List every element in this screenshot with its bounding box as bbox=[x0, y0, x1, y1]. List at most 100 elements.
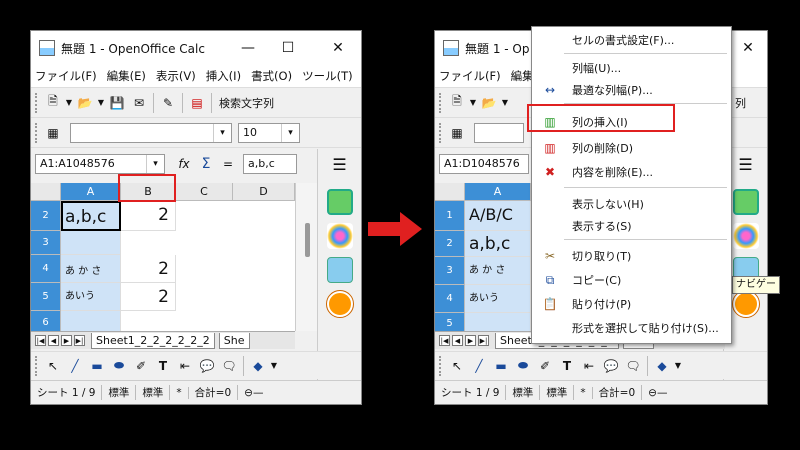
zoom-out-icon[interactable]: ⊖— bbox=[642, 387, 673, 399]
freeform-tool-icon[interactable]: ✐ bbox=[534, 355, 556, 377]
menu-item-delete-column[interactable]: ▥ 列の削除(D) bbox=[532, 137, 731, 159]
dropdown-arrow-icon[interactable]: ▼ bbox=[673, 355, 683, 377]
cell-a2[interactable]: a,b,c bbox=[465, 231, 531, 257]
first-sheet-icon[interactable]: |◀ bbox=[35, 335, 46, 346]
toolbar-grip[interactable] bbox=[35, 355, 38, 376]
menu-item-show[interactable]: 表示する(S) bbox=[532, 215, 731, 237]
row-header[interactable]: 2 bbox=[435, 231, 465, 257]
new-document-icon[interactable]: 🗎 bbox=[446, 92, 468, 114]
styles-gallery-icon[interactable] bbox=[326, 223, 353, 249]
basic-shapes-icon[interactable]: ◆ bbox=[247, 355, 269, 377]
spreadsheet-grid[interactable]: A B C D 2 3 4 5 6 a,b,c 2 あ か さ 2 あいう 2 bbox=[31, 183, 295, 331]
vertical-text-icon[interactable]: ⇤ bbox=[578, 355, 600, 377]
rectangle-tool-icon[interactable]: ▬ bbox=[86, 355, 108, 377]
close-button[interactable]: ✕ bbox=[731, 31, 765, 65]
dropdown-arrow-icon[interactable]: ▼ bbox=[64, 92, 74, 114]
toolbar-grip[interactable] bbox=[439, 92, 442, 113]
cell-a6[interactable] bbox=[61, 311, 121, 331]
cell-b5[interactable]: 2 bbox=[121, 283, 176, 311]
export-pdf-icon[interactable]: ▤ bbox=[186, 92, 208, 114]
column-header-a[interactable]: A bbox=[61, 183, 121, 201]
navigator-icon[interactable] bbox=[731, 290, 760, 318]
font-size-combo[interactable]: 10 ▾ bbox=[238, 122, 300, 143]
row-header[interactable]: 6 bbox=[31, 311, 61, 331]
vertical-text-icon[interactable]: ⇤ bbox=[174, 355, 196, 377]
email-icon[interactable]: ✉ bbox=[128, 92, 150, 114]
menu-tools[interactable]: ツール(T) bbox=[302, 68, 353, 84]
freeform-tool-icon[interactable]: ✐ bbox=[130, 355, 152, 377]
dropdown-arrow-icon[interactable]: ▼ bbox=[468, 92, 478, 114]
toolbar-grip[interactable] bbox=[439, 355, 442, 376]
menu-item-optimal-width[interactable]: ↔ 最適な列幅(P)... bbox=[532, 79, 731, 101]
styles-icon[interactable]: ▦ bbox=[446, 122, 468, 144]
function-wizard-icon[interactable]: fx bbox=[173, 153, 195, 175]
name-box[interactable]: A1:D1048576 bbox=[439, 153, 529, 174]
menu-item-column-width[interactable]: 列幅(U)... bbox=[532, 57, 731, 79]
cell-b4[interactable]: 2 bbox=[121, 255, 176, 283]
font-name-combo[interactable]: ▾ bbox=[70, 122, 232, 143]
scrollbar-thumb[interactable] bbox=[305, 223, 310, 257]
callout-icon[interactable]: 💬 bbox=[196, 355, 218, 377]
row-header[interactable]: 4 bbox=[435, 285, 465, 313]
toolbar-grip[interactable] bbox=[35, 122, 38, 143]
line-tool-icon[interactable]: ╱ bbox=[64, 355, 86, 377]
ellipse-tool-icon[interactable]: ⬬ bbox=[512, 355, 534, 377]
chevron-down-icon[interactable]: ▾ bbox=[146, 154, 164, 173]
callout-round-icon[interactable]: 🗨 bbox=[622, 355, 644, 377]
cell-a4[interactable]: あ か さ bbox=[61, 255, 121, 283]
cell-b2[interactable]: 2 bbox=[121, 201, 176, 231]
row-header[interactable]: 3 bbox=[31, 231, 61, 255]
equals-icon[interactable]: = bbox=[217, 153, 239, 175]
last-sheet-icon[interactable]: ▶| bbox=[74, 335, 85, 346]
menu-item-copy[interactable]: ⧉ コピー(C) bbox=[532, 269, 731, 291]
corner-cell[interactable] bbox=[31, 183, 61, 201]
select-pointer-icon[interactable]: ↖ bbox=[42, 355, 64, 377]
close-button[interactable]: ✕ bbox=[321, 31, 355, 65]
select-pointer-icon[interactable]: ↖ bbox=[446, 355, 468, 377]
open-folder-icon[interactable]: 📂 bbox=[478, 92, 500, 114]
open-folder-icon[interactable]: 📂 bbox=[74, 92, 96, 114]
text-tool-icon[interactable]: T bbox=[556, 355, 578, 377]
callout-icon[interactable]: 💬 bbox=[600, 355, 622, 377]
properties-icon[interactable] bbox=[732, 189, 759, 215]
row-header[interactable]: 1 bbox=[435, 201, 465, 231]
callout-round-icon[interactable]: 🗨 bbox=[218, 355, 240, 377]
cell-a4[interactable]: あいう bbox=[465, 285, 531, 313]
menu-view[interactable]: 表示(V) bbox=[156, 68, 196, 84]
column-header-c[interactable]: C bbox=[176, 183, 233, 201]
next-sheet-icon[interactable]: ▶ bbox=[61, 335, 72, 346]
row-header[interactable]: 3 bbox=[435, 257, 465, 285]
menu-item-hide[interactable]: 表示しない(H) bbox=[532, 193, 731, 215]
maximize-button[interactable]: ☐ bbox=[271, 31, 305, 65]
menu-insert[interactable]: 挿入(I) bbox=[206, 68, 241, 84]
column-header-d[interactable]: D bbox=[233, 183, 295, 201]
text-tool-icon[interactable]: T bbox=[152, 355, 174, 377]
prev-sheet-icon[interactable]: ◀ bbox=[48, 335, 59, 346]
corner-cell[interactable] bbox=[435, 183, 465, 201]
dropdown-arrow-icon[interactable]: ▼ bbox=[500, 92, 510, 114]
chevron-down-icon[interactable]: ▾ bbox=[213, 123, 231, 142]
styles-gallery-icon[interactable] bbox=[732, 223, 759, 249]
toolbar-grip[interactable] bbox=[439, 122, 442, 143]
prev-sheet-icon[interactable]: ◀ bbox=[452, 335, 463, 346]
save-icon[interactable]: 💾 bbox=[106, 92, 128, 114]
column-header-a[interactable]: A bbox=[465, 183, 531, 201]
rectangle-tool-icon[interactable]: ▬ bbox=[490, 355, 512, 377]
menu-edit[interactable]: 編集(E) bbox=[107, 68, 146, 84]
chevron-down-icon[interactable]: ▾ bbox=[281, 123, 299, 142]
navigator-icon[interactable] bbox=[325, 290, 354, 318]
cell-a3[interactable]: あ か さ bbox=[465, 257, 531, 285]
cell-a2[interactable]: a,b,c bbox=[61, 201, 121, 231]
sum-icon[interactable]: Σ bbox=[195, 153, 217, 175]
cell-a5[interactable]: あいう bbox=[61, 283, 121, 311]
row-header[interactable]: 5 bbox=[31, 283, 61, 311]
formula-input[interactable]: a,b,c bbox=[243, 153, 297, 174]
zoom-out-icon[interactable]: ⊖— bbox=[238, 387, 269, 399]
row-header[interactable]: 5 bbox=[435, 313, 465, 331]
menu-item-format-cells[interactable]: セルの書式設定(F)... bbox=[532, 29, 731, 51]
toolbar-grip[interactable] bbox=[35, 92, 38, 113]
menu-item-paste-special[interactable]: 形式を選択して貼り付け(S)... bbox=[532, 317, 731, 339]
sheet-tab[interactable]: Sheet1_2_2_2_2_2_2 bbox=[91, 332, 215, 349]
row-header[interactable]: 2 bbox=[31, 201, 61, 231]
gallery-icon[interactable] bbox=[326, 257, 353, 283]
